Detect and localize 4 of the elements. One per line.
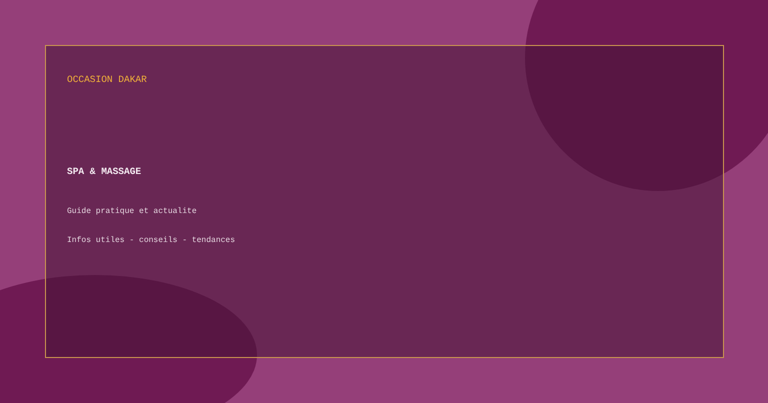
tagline: Infos utiles - conseils - tendances [67,234,236,246]
tagline: Guide pratique et actualite [67,206,198,218]
brand-name: OCCASION DAKAR [67,73,148,87]
section-heading: SPA & MASSAGE [67,165,142,180]
